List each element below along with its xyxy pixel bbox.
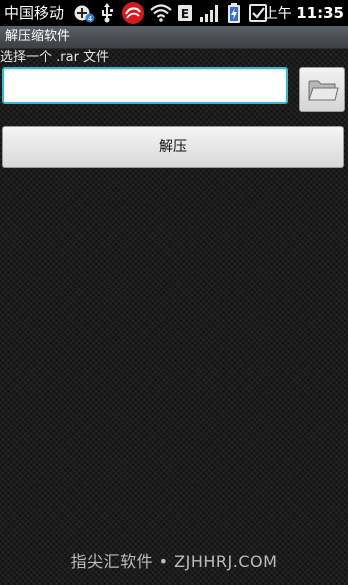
status-bar: 中国移动 4 E 上午 11:35 [0,0,348,26]
app-title-bar: 解压缩软件 [0,26,348,49]
signal-icon [199,3,221,23]
clock: 上午 11:35 [264,4,344,23]
battery-charging-icon [227,3,241,23]
usb-icon [99,3,115,23]
browse-folder-button[interactable] [299,67,345,112]
app-title: 解压缩软件 [5,29,71,44]
file-path-input[interactable] [2,67,288,104]
watermark-text: 指尖汇软件 • ZJHHRJ.COM [70,552,278,571]
network-e-icon: E [177,3,193,23]
select-file-prompt: 选择一个 .rar 文件 [0,50,110,65]
clock-ampm: 上午 [263,6,292,22]
carrier-name: 中国移动 [4,4,65,22]
notification-count: 4 [88,15,93,23]
wifi-icon [150,3,172,23]
clock-time: 11:35 [296,4,344,22]
extract-button[interactable]: 解压 [2,126,344,168]
antivirus-app-icon [121,1,145,24]
folder-icon [308,80,339,101]
add-circle-icon: 4 [73,3,95,23]
network-type-label: E [181,7,189,21]
